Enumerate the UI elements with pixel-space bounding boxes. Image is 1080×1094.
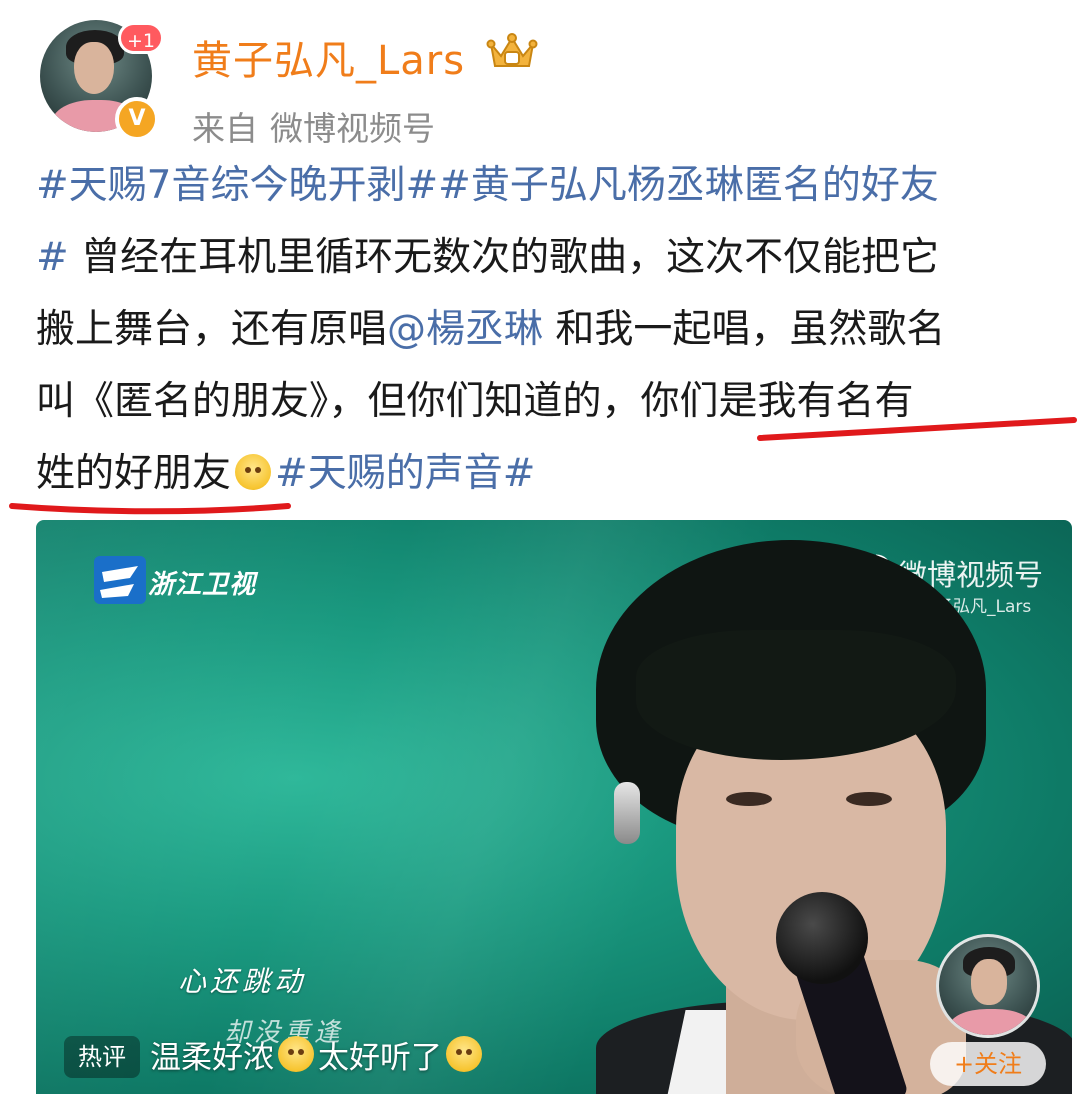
mini-avatar-sweater xyxy=(949,1009,1033,1035)
blush-emoji-icon xyxy=(278,1036,314,1072)
topic-link[interactable]: #天赐的声音# xyxy=(275,451,535,496)
post-text-line: 姓的好朋友 #天赐的声音# xyxy=(36,438,1076,510)
post-text-line: 叫《匿名的朋友》，但你们知道的，你们是我有名有 xyxy=(36,366,1076,438)
hot-comment-text-2: 太好听了 xyxy=(318,1040,442,1076)
hot-comment[interactable]: 温柔好浓 太好听了 xyxy=(150,1036,486,1079)
username[interactable]: 黄子弘凡_Lars xyxy=(192,28,465,86)
zhejiang-tv-logo-icon xyxy=(94,556,146,604)
new-post-badge: +1 xyxy=(118,22,165,54)
hot-comment-text-1: 温柔好浓 xyxy=(150,1040,274,1076)
avatar-face xyxy=(74,42,114,94)
follow-button[interactable]: +关注 xyxy=(930,1042,1046,1086)
microphone-icon xyxy=(776,892,868,984)
crown-member-icon xyxy=(486,33,538,67)
post-text: 和我一起唱，虽然歌名 xyxy=(543,307,946,352)
singer-right-eye xyxy=(846,792,892,806)
mention-link[interactable]: @楊丞琳 xyxy=(387,307,543,352)
source-prefix: 来自 xyxy=(192,109,258,148)
source-link[interactable]: 微博视频号 xyxy=(270,109,435,148)
post-text: 曾经在耳机里循环无数次的歌曲，这次不仅能把它 xyxy=(68,235,940,280)
in-ear-monitor xyxy=(614,782,640,844)
uploader-mini-avatar[interactable] xyxy=(936,934,1040,1038)
post-text-line: # 曾经在耳机里循环无数次的歌曲，这次不仅能把它 xyxy=(36,222,1076,294)
hot-comment-tag: 热评 xyxy=(64,1036,140,1078)
channel-name: 浙江卫视 xyxy=(148,570,257,600)
flower-emoji-icon xyxy=(446,1036,482,1072)
post-text: 姓的好朋友 xyxy=(36,451,232,496)
post-body: #天赐7音综今晚开剥##黄子弘凡杨丞琳匿名的好友 # 曾经在耳机里循环无数次的歌曲… xyxy=(36,150,1076,510)
post-text-line: #天赐7音综今晚开剥##黄子弘凡杨丞琳匿名的好友 xyxy=(36,150,1076,222)
topic-link[interactable]: #天赐7音综今晚开剥##黄子弘凡杨丞琳匿名的好友 xyxy=(36,163,939,208)
blush-emoji-icon xyxy=(235,454,272,490)
video-player[interactable]: 浙江卫视 微博视频号 @黄子弘凡_Lars 心还跳动 却没重逢 热评 温柔好浓太… xyxy=(36,520,1072,1094)
post-text: 叫《匿名的朋友》，但你们知道的，你们是我有名有 xyxy=(36,379,914,424)
lyric-subtitle-current: 心还跳动 xyxy=(178,965,307,998)
post-source: 来自 微博视频号 xyxy=(192,102,435,150)
singer-left-eye xyxy=(726,792,772,806)
topic-link[interactable]: # xyxy=(36,235,69,280)
post-text: 搬上舞台，还有原唱 xyxy=(36,307,388,352)
verified-badge-icon: V xyxy=(115,97,159,141)
post-text-line: 搬上舞台，还有原唱@楊丞琳 和我一起唱，虽然歌名 xyxy=(36,294,1076,366)
mini-avatar-face xyxy=(971,959,1007,1005)
